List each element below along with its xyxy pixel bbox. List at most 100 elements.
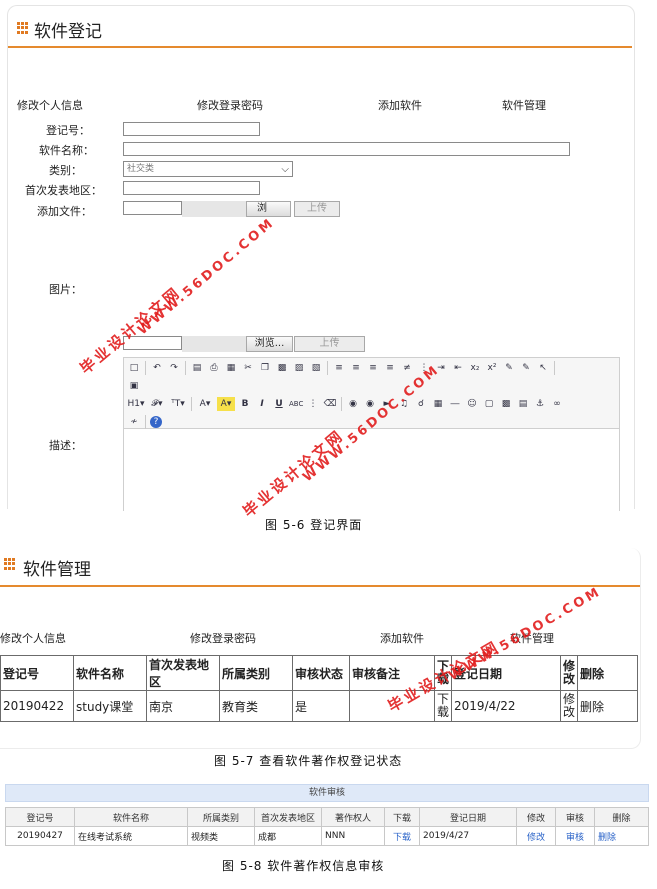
picture-browse-button[interactable]: 浏览... <box>246 336 293 352</box>
ordered-list-icon[interactable]: ≠ <box>400 361 414 375</box>
cut-icon[interactable]: ✂ <box>241 361 255 375</box>
outdent-icon[interactable]: ⇤ <box>451 361 465 375</box>
multi-image-icon[interactable]: ◉ <box>363 397 377 411</box>
align-center-icon[interactable]: ≡ <box>349 361 363 375</box>
template-icon[interactable]: ▦ <box>224 361 238 375</box>
flash-icon[interactable]: ► <box>380 397 394 411</box>
heading-icon[interactable]: H1▾ <box>127 397 145 411</box>
font-family-icon[interactable]: 𝓕▾ <box>148 397 166 411</box>
picture-input-area <box>182 336 246 352</box>
anchor-icon[interactable]: ⚓ <box>533 397 547 411</box>
col-delete: 删除 <box>594 807 649 827</box>
category-selected-value: 社交类 <box>127 164 155 174</box>
help-icon[interactable]: ? <box>150 416 162 428</box>
chevron-down-icon: ⌵ <box>281 164 289 175</box>
table-icon[interactable]: ▦ <box>431 397 445 411</box>
paste-word-icon[interactable]: ▧ <box>309 361 323 375</box>
preview-icon[interactable]: ▤ <box>190 361 204 375</box>
delete-link[interactable]: 删除 <box>577 690 638 722</box>
category-select[interactable]: 社交类 ⌵ <box>123 161 293 177</box>
browse-button[interactable]: 浏 <box>246 201 291 217</box>
eraser-icon[interactable]: ⌫ <box>323 397 337 411</box>
edit-link[interactable]: 修改 <box>527 833 545 843</box>
font-color-icon[interactable]: A▾ <box>196 397 214 411</box>
unordered-list-icon[interactable]: ⋮ <box>417 361 431 375</box>
col-name: 软件名称 <box>74 807 188 827</box>
superscript-icon[interactable]: x² <box>485 361 499 375</box>
audit-link[interactable]: 审核 <box>566 833 584 843</box>
page-title: 软件登记 <box>34 22 102 42</box>
copy-icon[interactable]: ❐ <box>258 361 272 375</box>
nav-edit-profile[interactable]: 修改个人信息 <box>0 630 66 646</box>
nav-change-password[interactable]: 修改登录密码 <box>197 97 263 113</box>
align-left-icon[interactable]: ≡ <box>332 361 346 375</box>
delete-link[interactable]: 删除 <box>598 833 616 843</box>
nav-change-password[interactable]: 修改登录密码 <box>190 630 256 646</box>
clear-format-icon[interactable]: ✎ <box>502 361 516 375</box>
cell-status: 是 <box>292 690 350 722</box>
cell-category: 视频类 <box>187 826 255 846</box>
region-input[interactable] <box>123 181 260 195</box>
col-reg-no: 登记号 <box>5 807 75 827</box>
picture-upload-button[interactable]: 上传 <box>294 336 365 352</box>
italic-icon[interactable]: I <box>255 397 269 411</box>
nav-add-software[interactable]: 添加软件 <box>380 630 424 646</box>
source-icon[interactable]: □ <box>127 361 141 375</box>
align-right-icon[interactable]: ≡ <box>366 361 380 375</box>
unlink-icon[interactable]: ≁ <box>127 415 141 429</box>
col-owner: 著作权人 <box>321 807 385 827</box>
nav-edit-profile[interactable]: 修改个人信息 <box>17 97 83 113</box>
pagebreak-icon[interactable]: ▤ <box>516 397 530 411</box>
col-region: 首次发表地区 <box>146 655 220 691</box>
highlight-icon[interactable]: A▾ <box>217 397 235 411</box>
strikethrough-icon[interactable]: ABC <box>289 397 303 411</box>
menu-grid-icon <box>4 558 16 570</box>
file-input-area <box>182 201 246 217</box>
subscript-icon[interactable]: x₂ <box>468 361 482 375</box>
cell-date: 2019/4/22 <box>451 690 562 722</box>
download-link[interactable]: 下载 <box>393 833 411 843</box>
cell-region: 成都 <box>254 826 322 846</box>
file-path-input[interactable] <box>123 201 182 215</box>
bold-icon[interactable]: B <box>238 397 252 411</box>
paste-icon[interactable]: ▩ <box>275 361 289 375</box>
code-icon[interactable]: ▩ <box>499 397 513 411</box>
baidu-map-icon[interactable]: ▢ <box>482 397 496 411</box>
table-header-row: 登记号 软件名称 所属类别 首次发表地区 著作权人 下载 登记日期 修改 审核 … <box>5 807 649 827</box>
attachment-icon[interactable]: ☌ <box>414 397 428 411</box>
software-name-input[interactable] <box>123 142 570 156</box>
edit-link[interactable]: 修改 <box>560 690 579 722</box>
hr-icon[interactable]: ― <box>448 397 462 411</box>
reg-no-input[interactable] <box>123 122 260 136</box>
paste-text-icon[interactable]: ▨ <box>292 361 306 375</box>
cursor-icon[interactable]: ↖ <box>536 361 550 375</box>
print-icon[interactable]: ⎙ <box>207 361 221 375</box>
description-editor[interactable] <box>123 429 620 511</box>
image-icon[interactable]: ◉ <box>346 397 360 411</box>
justify-icon[interactable]: ≡ <box>383 361 397 375</box>
upload-button[interactable]: 上传 <box>294 201 340 217</box>
underline-icon[interactable]: U <box>272 397 286 411</box>
download-link[interactable]: 下载 <box>433 690 453 722</box>
nav-manage-software[interactable]: 软件管理 <box>510 630 554 646</box>
line-height-icon[interactable]: ⋮ <box>306 397 320 411</box>
col-audit: 审核 <box>555 807 595 827</box>
media-icon[interactable]: ♫ <box>397 397 411 411</box>
link-icon[interactable]: ∞ <box>550 397 564 411</box>
emoticon-icon[interactable]: ☺ <box>465 397 479 411</box>
indent-icon[interactable]: ⇥ <box>434 361 448 375</box>
font-size-icon[interactable]: ᵀT▾ <box>169 397 187 411</box>
nav-add-software[interactable]: 添加软件 <box>378 97 422 113</box>
select-all-icon[interactable]: ✎ <box>519 361 533 375</box>
col-edit: 修改 <box>560 655 579 691</box>
cell-reg-no: 20190427 <box>5 826 75 846</box>
fullscreen-icon[interactable]: ▣ <box>127 379 141 393</box>
col-download: 下载 <box>384 807 420 827</box>
nav-manage-software[interactable]: 软件管理 <box>502 97 546 113</box>
audit-title-bar: 软件审核 <box>5 784 649 802</box>
picture-path-input[interactable] <box>123 336 182 350</box>
col-region: 首次发表地区 <box>254 807 322 827</box>
redo-icon[interactable]: ↷ <box>167 361 181 375</box>
undo-icon[interactable]: ↶ <box>150 361 164 375</box>
figure-caption-3: 图 5-8 软件著作权信息审核 <box>222 859 385 873</box>
